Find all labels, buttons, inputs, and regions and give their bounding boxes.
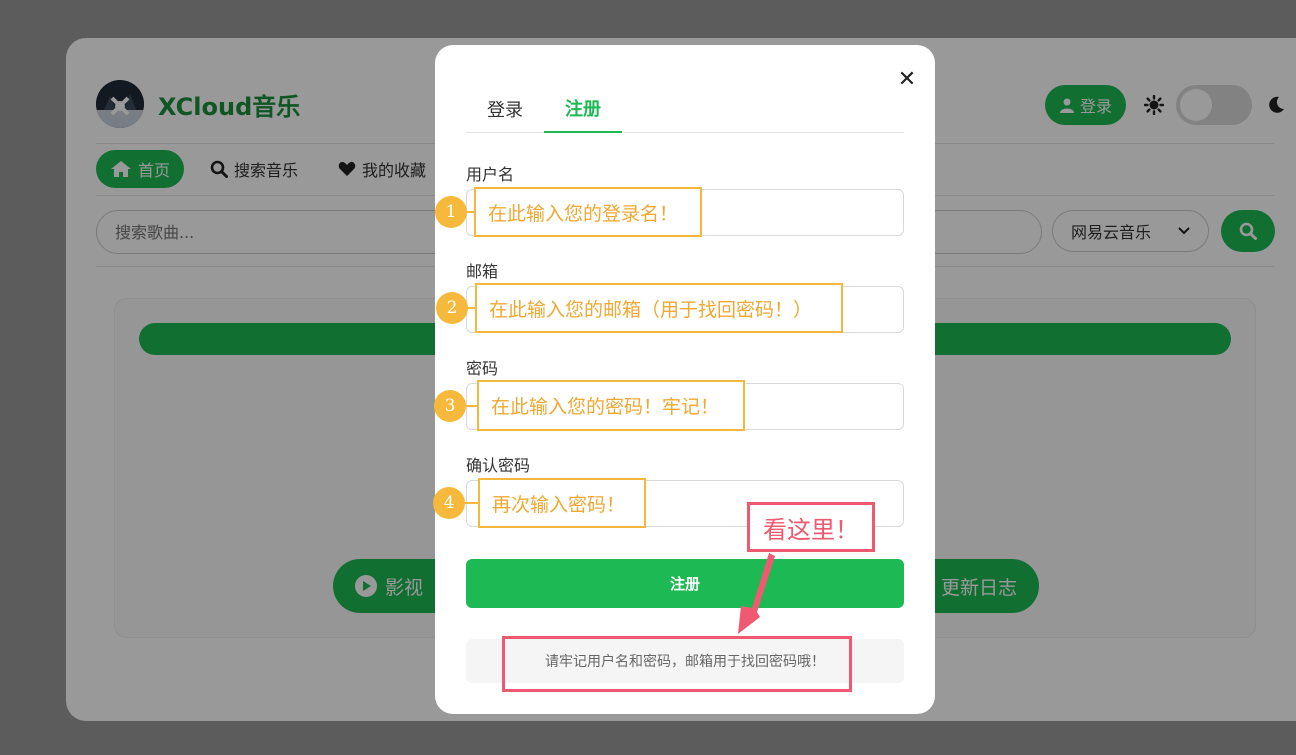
annotation-connector: [465, 502, 479, 504]
callout-label: 看这里！: [747, 502, 875, 552]
annotation-number: 2: [436, 292, 468, 324]
confirm-password-label: 确认密码: [466, 456, 531, 475]
username-label: 用户名: [466, 165, 515, 184]
tab-login[interactable]: 登录: [466, 85, 544, 132]
annotation-password: 在此输入您的密码！牢记！: [477, 380, 745, 431]
auth-tabs: 登录 注册: [466, 85, 904, 133]
password-label: 密码: [466, 359, 499, 378]
annotation-number: 4: [433, 487, 465, 519]
register-button[interactable]: 注册: [466, 559, 904, 608]
tab-register[interactable]: 注册: [544, 85, 622, 133]
annotation-number: 1: [435, 196, 467, 228]
annotation-number: 3: [434, 390, 466, 422]
annotation-confirm: 再次输入密码！: [478, 478, 646, 528]
annotation-username: 在此输入您的登录名！: [474, 187, 702, 237]
annotation-email: 在此输入您的邮箱（用于找回密码！）: [475, 283, 843, 333]
highlight-box: [502, 636, 852, 692]
email-label: 邮箱: [466, 262, 499, 281]
